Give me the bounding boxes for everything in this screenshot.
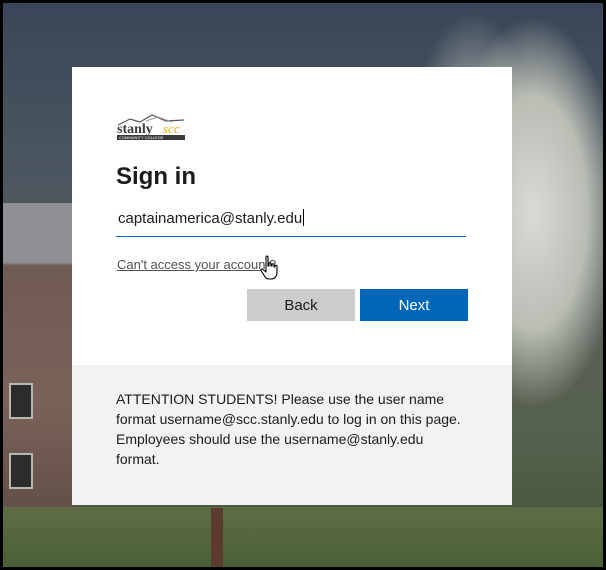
email-field[interactable]: captainamerica@stanly.edu	[116, 205, 466, 237]
page-title: Sign in	[116, 163, 196, 190]
cant-access-account-link[interactable]: Can't access your account?	[117, 257, 276, 272]
logo-subtitle-text: COMMUNITY COLLEGE	[119, 135, 164, 140]
notice-panel: ATTENTION STUDENTS! Please use the user …	[72, 365, 512, 505]
background-lawn	[3, 507, 603, 567]
building-window	[9, 383, 33, 419]
hand-pointer-icon	[260, 255, 278, 280]
background-building	[3, 203, 78, 533]
background-tree-trunk	[211, 508, 223, 567]
svg-text:scc: scc	[163, 121, 180, 136]
stanly-logo: stanly scc COMMUNITY COLLEGE	[117, 114, 185, 140]
building-window	[9, 453, 33, 489]
next-button[interactable]: Next	[360, 289, 468, 321]
sign-in-form: stanly scc COMMUNITY COLLEGE Sign in cap…	[72, 67, 512, 365]
sign-in-card: stanly scc COMMUNITY COLLEGE Sign in cap…	[72, 67, 512, 505]
email-field-value: captainamerica@stanly.edu	[118, 210, 303, 227]
text-caret	[303, 209, 305, 226]
notice-text: ATTENTION STUDENTS! Please use the user …	[116, 391, 461, 467]
back-button[interactable]: Back	[247, 289, 355, 321]
